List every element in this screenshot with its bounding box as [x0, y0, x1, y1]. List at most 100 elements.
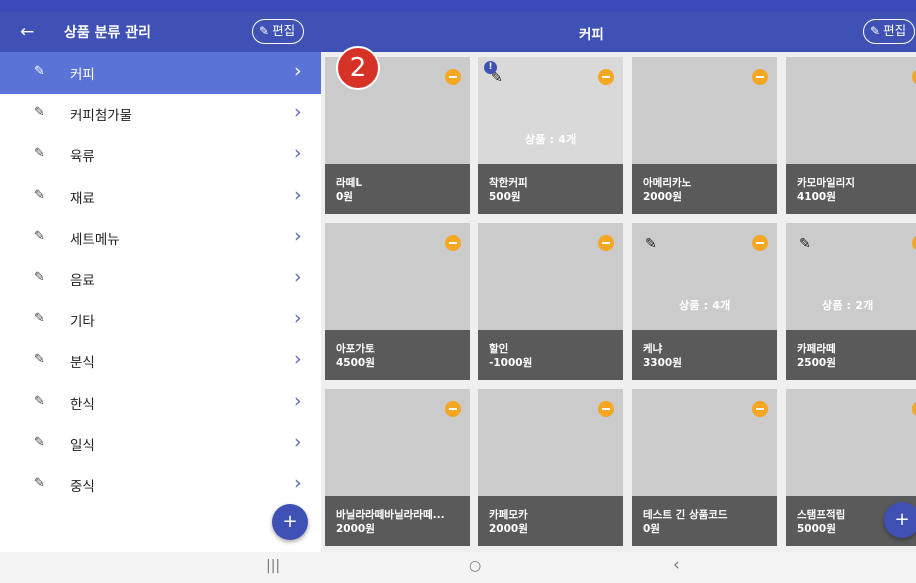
remove-icon[interactable]: [912, 235, 916, 251]
home-icon[interactable]: ○: [469, 558, 481, 574]
app-header: ← 상품 분류 관리 ✎ 편집 커피 ✎ 편집: [0, 12, 916, 52]
card-footer: 카페모카 2000원: [478, 496, 623, 546]
product-name: 바닐라라떼바닐라라떼...: [336, 509, 445, 521]
card-footer: 아메리카노 2000원: [632, 164, 777, 214]
remove-icon[interactable]: [752, 401, 768, 417]
card-footer: 라떼L 0원: [325, 164, 470, 214]
edit-categories-button[interactable]: ✎ 편집: [252, 19, 305, 44]
sidebar-item-label: 기타: [70, 314, 95, 331]
edit-label: 편집: [272, 23, 296, 38]
pencil-icon[interactable]: ✎: [34, 394, 45, 409]
product-card[interactable]: 카모마일리지 4100원: [786, 57, 916, 214]
remove-icon[interactable]: [598, 235, 614, 251]
page-title: 상품 분류 관리: [64, 25, 152, 41]
sub-product-count: 상품 : 4개: [525, 133, 577, 146]
product-name: 할인: [489, 343, 509, 355]
remove-icon[interactable]: [445, 235, 461, 251]
sidebar-item[interactable]: ✎ 육류 ›: [0, 134, 321, 176]
product-name: 케냐: [643, 343, 663, 355]
product-card[interactable]: ✎ 상품 : 4개케냐 3300원: [632, 223, 777, 380]
card-footer: 카모마일리지 4100원: [786, 164, 916, 214]
product-name: 스탬프적립: [797, 509, 846, 521]
product-name: 카페라떼: [797, 343, 836, 355]
chevron-right-icon: ›: [294, 224, 302, 247]
product-card[interactable]: 바닐라라떼바닐라라떼... 2000원: [325, 389, 470, 546]
sidebar-item[interactable]: ✎ 세트메뉴 ›: [0, 217, 321, 259]
sidebar-item-label: 재료: [70, 190, 95, 207]
sidebar-item[interactable]: ✎ 커피첨가물 ›: [0, 93, 321, 135]
chevron-right-icon: ›: [294, 183, 302, 206]
product-card[interactable]: ✎! 상품 : 4개 착한커피 500원: [478, 57, 623, 214]
sidebar-item[interactable]: ✎ 한식 ›: [0, 382, 321, 424]
sidebar-item[interactable]: ✎ 재료 ›: [0, 176, 321, 218]
remove-icon[interactable]: [752, 235, 768, 251]
recents-icon[interactable]: |||: [266, 558, 280, 574]
chevron-right-icon: ›: [294, 142, 302, 165]
pencil-icon[interactable]: ✎: [34, 105, 45, 120]
sidebar-item-label: 분식: [70, 355, 95, 372]
chevron-right-icon: ›: [294, 472, 302, 494]
step-number-badge: 2: [336, 46, 380, 90]
sidebar-item[interactable]: ✎ 기타 ›: [0, 299, 321, 341]
remove-icon[interactable]: [752, 69, 768, 85]
category-title: 커피: [579, 27, 604, 43]
pencil-icon[interactable]: ✎: [34, 311, 45, 326]
add-category-button[interactable]: +: [272, 504, 308, 540]
pencil-icon[interactable]: ✎: [34, 476, 45, 491]
product-price: 4500원: [336, 357, 375, 369]
category-sidebar: ✎ 커피 › ✎ 커피첨가물 › ✎ 육류 › ✎ 재료 › ✎ 세트메뉴 › ✎ 음료 › ✎ 기타 › ✎ 분식 › ✎ 한식…: [0, 52, 321, 552]
sidebar-item-label: 커피첨가물: [70, 108, 133, 125]
product-card[interactable]: 할인 -1000원: [478, 223, 623, 380]
pencil-icon[interactable]: ✎: [34, 146, 45, 161]
alert-badge: !: [484, 61, 497, 74]
chevron-right-icon: ›: [294, 348, 302, 371]
pencil-icon[interactable]: ✎: [34, 229, 45, 244]
add-product-button[interactable]: +: [884, 502, 916, 538]
pencil-icon[interactable]: ✎: [34, 352, 45, 367]
chevron-right-icon: ›: [294, 430, 302, 453]
remove-icon[interactable]: [912, 69, 916, 85]
product-card[interactable]: ✎ 상품 : 2개 카페라떼 2500원: [786, 223, 916, 380]
remove-icon[interactable]: [445, 69, 461, 85]
remove-icon[interactable]: [598, 69, 614, 85]
product-price: -1000원: [489, 357, 533, 369]
product-card[interactable]: 아메리카노 2000원: [632, 57, 777, 214]
pencil-icon: ✎: [870, 24, 881, 38]
product-name: 카페모카: [489, 509, 528, 521]
sidebar-item[interactable]: ✎ 음료 ›: [0, 258, 321, 300]
card-footer: 아포가토 4500원: [325, 330, 470, 380]
chevron-right-icon: ›: [294, 101, 302, 124]
sub-product-count: 상품 : 4개: [679, 299, 731, 312]
product-price: 0원: [643, 523, 660, 535]
card-footer: 카페라떼 2500원: [786, 330, 916, 380]
pencil-icon[interactable]: ✎: [645, 236, 657, 252]
sidebar-item[interactable]: ✎ 일식 ›: [0, 423, 321, 465]
product-name: 아메리카노: [643, 177, 692, 189]
sidebar-item[interactable]: ✎ 분식 ›: [0, 340, 321, 382]
card-footer: 착한커피 500원: [478, 164, 623, 214]
back-arrow-icon[interactable]: ←: [20, 20, 44, 44]
sidebar-item[interactable]: ✎ 중식 ›: [0, 464, 321, 506]
pencil-icon[interactable]: ✎: [34, 188, 45, 203]
product-price: 2000원: [489, 523, 528, 535]
remove-icon[interactable]: [445, 401, 461, 417]
pencil-icon[interactable]: ✎: [34, 270, 45, 285]
pencil-icon: ✎: [259, 24, 270, 38]
remove-icon[interactable]: [912, 401, 916, 417]
edit-products-button[interactable]: ✎ 편집: [863, 19, 916, 44]
product-grid: 라떼L 0원 ✎! 상품 : 4개 착한커피 500원 아메리카노 2000원 카모마일리지 41…: [321, 52, 916, 552]
pencil-icon[interactable]: ✎: [34, 435, 45, 450]
product-card[interactable]: 아포가토 4500원: [325, 223, 470, 380]
pencil-icon[interactable]: ✎: [799, 236, 811, 252]
product-price: 5000원: [797, 523, 836, 535]
product-card[interactable]: 테스트 긴 상품코드 0원: [632, 389, 777, 546]
sidebar-item-label: 한식: [70, 396, 95, 413]
product-price: 3300원: [643, 357, 682, 369]
product-name: 테스트 긴 상품코드: [643, 509, 728, 521]
back-nav-icon[interactable]: ‹: [673, 555, 680, 575]
pencil-icon[interactable]: ✎: [34, 64, 45, 79]
card-footer: 테스트 긴 상품코드 0원: [632, 496, 777, 546]
remove-icon[interactable]: [598, 401, 614, 417]
product-card[interactable]: 카페모카 2000원: [478, 389, 623, 546]
sidebar-item[interactable]: ✎ 커피 ›: [0, 52, 321, 94]
